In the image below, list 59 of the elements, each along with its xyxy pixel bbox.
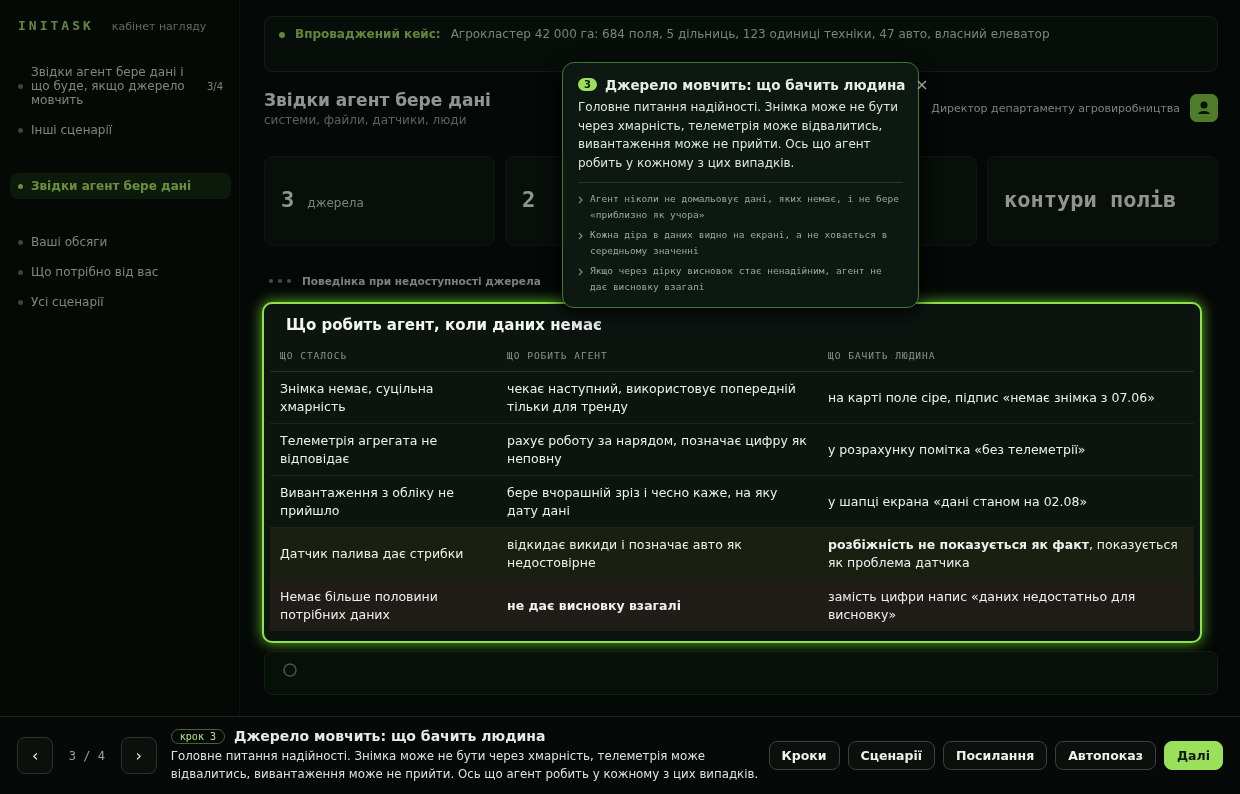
brand-logo: INITASK	[18, 18, 94, 33]
page-subtitle: системи, файли, датчики, люди	[264, 112, 468, 127]
step-label: Поведінка при недоступності джерела	[302, 275, 541, 287]
step-description: Головне питання надійності. Знімка може не бути через хмарність, телеметрія може відвалитись, вивантаження може не прийти. Ось що агент робить у кожному з цих випадків.	[170, 748, 760, 783]
table-cell: у шапці екрана «дані станом на 02.08»	[818, 475, 1194, 528]
tour-button[interactable]: Кроки	[768, 741, 840, 770]
sidebar-item[interactable]: Що потрібно від вас	[10, 259, 231, 285]
tour-button[interactable]: Посилання	[943, 741, 1048, 770]
table-cell: на карті поле сіре, підпис «немає знімка з 07.06»	[818, 371, 1194, 424]
avatar-icon[interactable]	[1190, 94, 1218, 122]
sidebar-item[interactable]: Інші сценарії	[10, 117, 231, 143]
tour-button[interactable]: Далі	[1164, 741, 1223, 770]
brand-subtitle: кабінет нагляду	[111, 20, 207, 33]
table-cell: чекає наступний, використовує попередній тільки для тренду	[497, 371, 818, 424]
table-cell: рахує роботу за нарядом, позначає цифру як неповну	[497, 423, 818, 476]
popover-text: Головне питання надійності. Знімка може не бути через хмарність, телеметрія може відвалитись, вивантаження може не прийти. Ось що агент робить у кожному з цих випадків.	[578, 99, 899, 172]
sidebar-item[interactable]: Звідки агент бере дані і що буде, якщо джерело мовчить 3/4	[10, 59, 231, 113]
stat-value: 2	[522, 187, 536, 212]
stat-value: контури полів	[1004, 187, 1177, 212]
sidebar-item[interactable]: Усі сценарії	[10, 289, 231, 315]
popover-point: Кожна діра в даних видно на екрані, а не ховається в середньому значенні	[590, 228, 889, 258]
table-cell: Знімка немає, суцільна хмарність	[270, 371, 497, 424]
chevron-icon	[578, 196, 584, 204]
next-button[interactable]: ›	[120, 737, 157, 774]
column-header: ЩО РОБИТЬ АГЕНТ	[497, 344, 818, 372]
popover-point: Агент ніколи не домальовує дані, яких немає, і не бере «приблизно як учора»	[590, 192, 900, 222]
info-icon	[283, 663, 297, 677]
tour-button[interactable]: Сценарії	[847, 741, 936, 770]
table-cell: Телеметрія агрегата не відповідає	[270, 423, 497, 476]
table-cell: не дає висновку взагалі	[497, 579, 818, 631]
table-cell: розбіжність не показується як факт, показується як проблема датчика	[818, 527, 1194, 580]
column-header: ЩО СТАЛОСЬ	[270, 344, 497, 372]
previous-button[interactable]: ‹	[17, 737, 54, 774]
table-cell: Датчик палива дає стрибки	[270, 527, 497, 580]
page-title: Звідки агент бере дані	[264, 89, 491, 110]
table-title: Що робить агент, коли даних немає	[285, 316, 603, 336]
banner-label: Впроваджений кейс:	[295, 27, 441, 41]
table-cell: відкидає викиди і позначає авто як недостовірне	[497, 527, 818, 580]
step-number: 3	[578, 78, 597, 91]
column-header: ЩО БАЧИТЬ ЛЮДИНА	[818, 344, 1194, 372]
step-counter: 3 / 4	[67, 748, 106, 763]
popover-title: Джерело мовчить: що бачить людина	[604, 76, 906, 93]
chevron-icon	[578, 268, 584, 276]
chevron-icon	[578, 232, 584, 240]
table-cell: Немає більше половини потрібних даних	[270, 579, 497, 631]
sidebar-item[interactable]: Ваші обсяги	[10, 229, 231, 255]
tour-button[interactable]: Автопоказ	[1055, 741, 1156, 770]
user-role: Директор департаменту агровиробництва	[931, 101, 1180, 115]
stat-value: 3	[281, 187, 295, 212]
table-cell: замість цифри напис «даних недостатньо для висновку»	[818, 579, 1194, 631]
bullet-icon	[279, 32, 285, 38]
table-cell: бере вчорашній зріз і чесно каже, на яку дату дані	[497, 475, 818, 528]
sidebar-item[interactable]: Звідки агент бере дані	[10, 173, 231, 199]
stat-unit: джерела	[307, 196, 364, 210]
table-cell: у розрахунку помітка «без телеметрії»	[818, 423, 1194, 476]
popover-point: Якщо через дірку висновок стає ненадійним, агент не дає висновку взагалі	[590, 264, 883, 294]
banner-text: Агрокластер 42 000 га: 684 поля, 5 дільниць, 123 одиниці техніки, 47 авто, власний елеватор	[450, 27, 1050, 41]
table-cell: Вивантаження з обліку не прийшло	[270, 475, 497, 528]
step-title: Джерело мовчить: що бачить людина	[233, 728, 546, 744]
